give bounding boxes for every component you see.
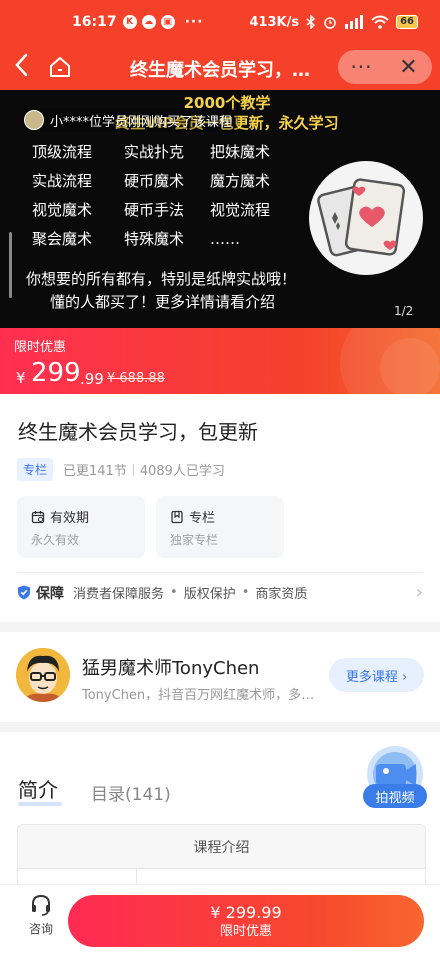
home-button[interactable] (48, 55, 72, 79)
alarm-icon (324, 17, 336, 29)
purchase-notice-text: 小****位学员刚刚购买了该课程 (50, 114, 233, 130)
guarantee-separator: • (241, 585, 250, 600)
price-decimal: .99 (80, 370, 104, 388)
banner-topic: 硬币手法 (124, 201, 185, 219)
shoot-video-button[interactable]: 拍视频 (363, 784, 427, 808)
buy-button[interactable]: ¥ 299.99 限时优惠 (68, 895, 424, 947)
teacher-card[interactable]: 猛男魔术师TonyChen TonyChen，抖音百万网红魔术师，多年从事魔术教… (0, 632, 440, 722)
shield-check-icon (18, 585, 30, 600)
chevron-left-icon (15, 53, 28, 77)
headset-icon (32, 894, 50, 916)
bookmark-icon (171, 510, 183, 523)
app-square-icon: ▣ (160, 15, 175, 29)
guarantee-title: 保障 (36, 585, 64, 602)
page-title: 终生魔术会员学习，包更新 (130, 60, 320, 81)
wifi-icon (371, 15, 389, 29)
buyer-avatar (24, 110, 44, 130)
guarantee-item: 商家资质 (255, 587, 308, 602)
feature-column: 专栏 独家专栏 (156, 496, 284, 558)
banner-topic: 魔方魔术 (210, 172, 271, 190)
nav-bar: 终生魔术会员学习，包更新 ··· ✕ (0, 44, 440, 90)
bottom-action-bar: 咨询 ¥ 299.99 限时优惠 (0, 884, 440, 954)
banner-topic: 实战扑克 (124, 143, 185, 161)
cartoon-avatar-icon (16, 648, 70, 702)
promo-label: 限时优惠 (14, 340, 67, 355)
chevron-right-icon: › (415, 582, 423, 603)
more-options-button[interactable]: ··· (338, 57, 385, 77)
back-button[interactable] (12, 52, 40, 82)
course-banner[interactable]: 2000个教学 终生VIP会员一包更新，永久学习 小****位学员刚刚购买了该课… (0, 90, 440, 328)
learner-count: 4089人已学习 (139, 464, 225, 479)
purchase-notice: 小****位学员刚刚购买了该课程 (24, 108, 239, 132)
feature-validity-title: 有效期 (50, 511, 90, 526)
banner-topic: 聚会魔术 (32, 230, 93, 248)
banner-topic: 实战流程 (32, 172, 93, 190)
feature-validity-sub: 永久有效 (31, 533, 80, 547)
signal-icon (345, 15, 364, 29)
tab-catalog[interactable]: 目录(141) (91, 780, 171, 805)
price-currency: ¥ (16, 369, 26, 387)
course-title: 终生魔术会员学习，包更新 (18, 420, 258, 444)
banner-scroll-indicator (9, 232, 12, 298)
divider (132, 463, 134, 476)
cloud-icon: ☁ (141, 15, 156, 29)
buy-price: ¥ 299.99 (210, 903, 282, 922)
consult-button[interactable]: 咨询 (18, 893, 64, 937)
original-price: ¥ 688.88 (107, 371, 165, 386)
notification-icons: K ☁ ▣ (122, 15, 175, 29)
guarantee-item: 消费者保障服务 (73, 587, 165, 602)
more-courses-button[interactable]: 更多课程 › (329, 658, 424, 692)
banner-topic: 顶级流程 (32, 143, 93, 161)
banner-line-2: 懂的人都买了！更多详情请看介绍 (50, 293, 276, 311)
status-more-icon: ··· (184, 14, 204, 30)
feature-column-sub: 独家专栏 (170, 533, 219, 547)
feature-column-title: 专栏 (189, 511, 216, 526)
column-badge: 专栏 (17, 458, 54, 481)
banner-topic-grid: 顶级流程 实战扑克 把妹魔术 实战流程 硬币魔术 魔方魔术 视觉魔术 硬币手法 … (32, 142, 310, 249)
decor-circle (380, 338, 440, 394)
feature-validity: 有效期 永久有效 (17, 496, 145, 558)
banner-topic: 特殊魔术 (124, 230, 185, 248)
banner-topic: 把妹魔术 (210, 143, 271, 161)
guarantee-row[interactable]: 保障 消费者保障服务 • 版权保护 • 商家资质 › (17, 572, 423, 612)
calendar-icon (31, 510, 45, 523)
playing-cards-icon (309, 161, 423, 275)
price-integer: 299 (31, 358, 81, 388)
teacher-description: TonyChen，抖音百万网红魔术师，多年从事魔术教学 (82, 688, 322, 703)
status-time: 16:17 (72, 14, 117, 30)
teacher-name: 猛男魔术师TonyChen (82, 658, 260, 679)
battery-icon: 66 (396, 15, 418, 29)
banner-topic: 硬币魔术 (124, 172, 185, 190)
consult-label: 咨询 (28, 922, 53, 936)
banner-topic: …… (210, 230, 240, 248)
guarantee-item: 版权保护 (183, 587, 236, 602)
app-k-icon: K (122, 15, 137, 29)
mini-program-capsule: ··· ✕ (338, 50, 432, 84)
network-speed: 413K/s (249, 14, 300, 30)
feature-column-header: 专栏 (170, 507, 270, 526)
course-meta: 专栏 已更141节 4089人已学习 (17, 458, 225, 481)
banner-line-1: 你想要的所有都有，特别是纸牌实战哦！ (26, 270, 297, 288)
home-icon (50, 57, 70, 77)
teacher-avatar (16, 648, 70, 702)
buy-subtitle: 限时优惠 (219, 924, 272, 939)
table-header: 课程介绍 (18, 825, 425, 869)
status-bar: 16:17 K ☁ ▣ ··· 413K/s 66 (0, 0, 440, 44)
bluetooth-icon (306, 15, 316, 29)
banner-topic: 视觉魔术 (32, 201, 93, 219)
guarantee-separator: • (170, 585, 178, 600)
banner-pager: 1/2 (394, 304, 414, 318)
close-button[interactable]: ✕ (385, 55, 432, 80)
tab-intro[interactable]: 简介 (18, 774, 58, 803)
promo-price-strip: 限时优惠 ¥ 299 .99 ¥ 688.88 (0, 328, 440, 394)
banner-topic: 视觉流程 (210, 201, 271, 219)
update-count: 已更141节 (63, 464, 127, 479)
course-info-card: 终生魔术会员学习，包更新 专栏 已更141节 4089人已学习 有效期 永久有效… (0, 394, 440, 622)
feature-validity-header: 有效期 (31, 507, 131, 526)
status-right: 413K/s 66 (249, 15, 418, 30)
page: 16:17 K ☁ ▣ ··· 413K/s 66 终生魔术会员学习，包更新 ·… (0, 0, 440, 954)
